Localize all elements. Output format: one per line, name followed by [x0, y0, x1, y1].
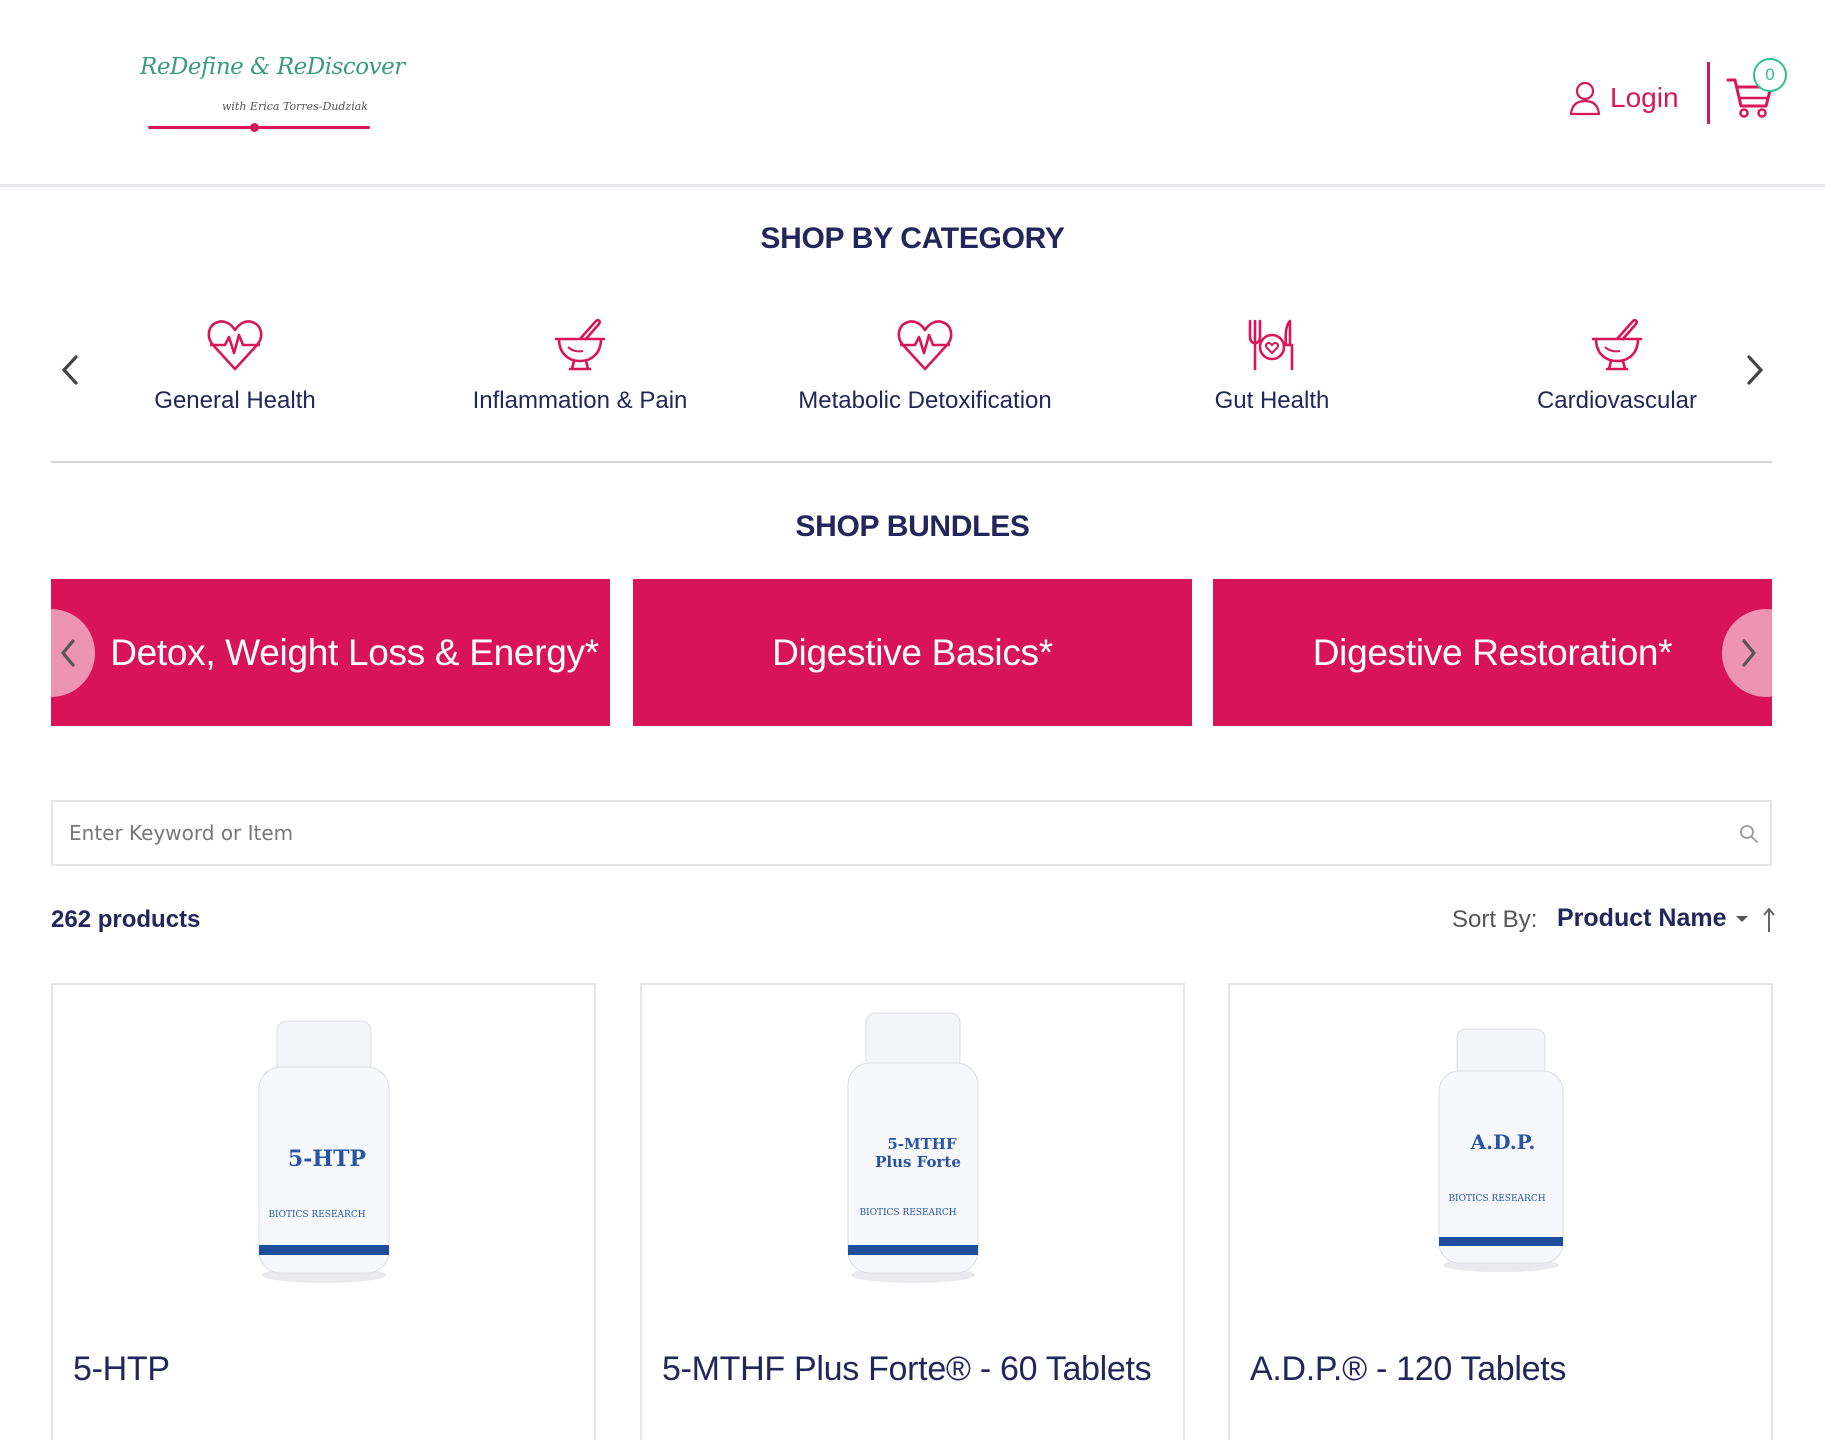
bundle-digestive-basics[interactable]: Digestive Basics*	[633, 579, 1192, 726]
bundle-next-button[interactable]	[1722, 609, 1810, 697]
heart-pulse-icon	[897, 320, 953, 371]
svg-text:5-HTP: 5-HTP	[287, 1146, 365, 1172]
category-section-title: SHOP BY CATEGORY	[760, 222, 1065, 255]
sort-direction-arrow-icon[interactable]	[1759, 905, 1779, 935]
bundle-digestive-restoration[interactable]: Digestive Restoration*	[1213, 579, 1772, 726]
mortar-pestle-icon	[1591, 318, 1643, 371]
category-label: General Health	[154, 387, 316, 414]
category-label: Cardiovascular	[1536, 387, 1698, 414]
category-label: Metabolic Detoxification	[798, 387, 1052, 414]
category-gut-health[interactable]: Gut Health	[1122, 315, 1422, 415]
sort-by-select[interactable]: Product Name	[1557, 904, 1749, 933]
cart-count-badge: 0	[1753, 58, 1787, 92]
product-card[interactable]: 5-HTP BIOTICS RESEARCH 5-HTP	[51, 983, 596, 1440]
product-card[interactable]: A.D.P. BIOTICS RESEARCH A.D.P.® - 120 Ta…	[1228, 983, 1773, 1440]
chevron-left-icon	[61, 355, 78, 385]
svg-text:BIOTICS RESEARCH: BIOTICS RESEARCH	[859, 1208, 956, 1218]
header-divider	[1707, 62, 1710, 124]
login-link[interactable]: Login	[1568, 78, 1679, 118]
product-name: A.D.P.® - 120 Tablets	[1250, 1350, 1567, 1388]
sort-by-label: Sort By:	[1452, 906, 1538, 933]
category-label: Gut Health	[1214, 387, 1330, 414]
svg-text:5-MTHF: 5-MTHF	[887, 1135, 957, 1153]
product-name: 5-HTP	[73, 1350, 170, 1388]
category-prev-arrow[interactable]	[55, 350, 85, 390]
svg-text:BIOTICS RESEARCH: BIOTICS RESEARCH	[268, 1210, 365, 1220]
category-metabolic-detoxification[interactable]: Metabolic Detoxification	[775, 315, 1075, 415]
chevron-right-icon	[1742, 639, 1757, 667]
sort-by-value: Product Name	[1557, 904, 1727, 932]
site-header: ReDefine & ReDiscover with Erica Torres-…	[0, 0, 1825, 187]
user-icon	[1569, 81, 1601, 116]
svg-text:Plus Forte: Plus Forte	[875, 1153, 961, 1171]
bundle-detox-weight-loss-energy[interactable]: Detox, Weight Loss & Energy*	[51, 579, 610, 726]
bundle-prev-button[interactable]	[7, 609, 95, 697]
bundle-label: Detox, Weight Loss & Energy*	[110, 631, 599, 673]
product-name: 5-MTHF Plus Forte® - 60 Tablets	[662, 1350, 1152, 1388]
chevron-left-icon	[60, 639, 75, 667]
category-inflammation-pain[interactable]: Inflammation & Pain	[430, 315, 730, 415]
bundle-label: Digestive Restoration*	[1312, 631, 1673, 673]
svg-text:BIOTICS RESEARCH: BIOTICS RESEARCH	[1448, 1194, 1545, 1204]
product-count: 262 products	[51, 906, 201, 933]
search-icon[interactable]	[1739, 824, 1759, 844]
category-cardiovascular[interactable]: Cardiovascular	[1467, 315, 1767, 415]
caret-down-icon	[1736, 915, 1749, 922]
bundle-label: Digestive Basics*	[772, 631, 1053, 673]
category-general-health[interactable]: General Health	[85, 315, 385, 415]
svg-text:A.D.P.: A.D.P.	[1469, 1130, 1535, 1154]
mortar-pestle-icon	[554, 318, 606, 371]
heart-pulse-icon	[207, 320, 263, 371]
product-image: 5-MTHF Plus Forte BIOTICS RESEARCH	[847, 1012, 978, 1283]
search-input[interactable]	[53, 802, 1713, 864]
logo-underline	[148, 126, 370, 129]
site-logo[interactable]: ReDefine & ReDiscover with Erica Torres-…	[138, 48, 405, 134]
logo-subtext: with Erica Torres-Dudziak	[222, 100, 368, 113]
search-bar	[51, 800, 1772, 866]
logo-dot	[250, 123, 259, 132]
product-image: 5-HTP BIOTICS RESEARCH	[258, 1020, 389, 1283]
plate-fork-knife-icon	[1248, 319, 1294, 371]
logo-text: ReDefine & ReDiscover	[140, 54, 405, 80]
product-image: A.D.P. BIOTICS RESEARCH	[1438, 1028, 1563, 1272]
bundles-section-title: SHOP BUNDLES	[795, 510, 1030, 543]
login-label: Login	[1610, 82, 1679, 113]
product-card[interactable]: 5-MTHF Plus Forte BIOTICS RESEARCH 5-MTH…	[640, 983, 1185, 1440]
section-divider	[51, 461, 1772, 463]
category-label: Inflammation & Pain	[472, 387, 688, 414]
